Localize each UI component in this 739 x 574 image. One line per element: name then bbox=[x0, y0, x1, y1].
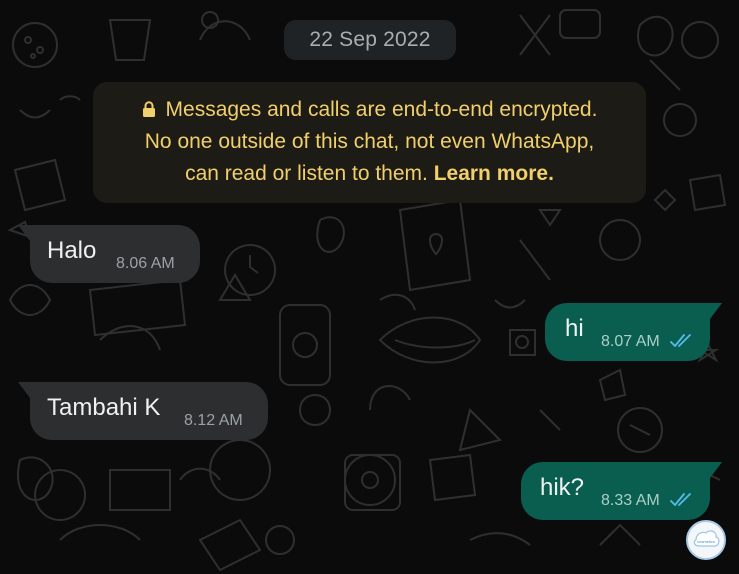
encryption-notice[interactable]: Messages and calls are end-to-end encryp… bbox=[93, 82, 646, 203]
message-text: hi bbox=[565, 315, 584, 342]
stamp-logo-icon: cosmetics bbox=[693, 530, 720, 547]
date-chip-label: 22 Sep 2022 bbox=[309, 28, 431, 51]
double-check-read-icon bbox=[670, 493, 691, 506]
lock-icon bbox=[142, 101, 155, 117]
message-time: 8.33 AM bbox=[601, 492, 660, 509]
watermark-stamp-logo: cosmetics bbox=[686, 520, 726, 560]
chat-area[interactable]: 22 Sep 2022 Messages and calls are end-t… bbox=[0, 0, 739, 574]
message-time: 8.06 AM bbox=[116, 255, 175, 272]
encryption-notice-text-3: can read or listen to them. bbox=[185, 162, 434, 185]
bubble-tail bbox=[18, 225, 30, 241]
svg-text:cosmetics: cosmetics bbox=[697, 539, 715, 544]
message-bubble-outgoing[interactable]: hik? 8.33 AM bbox=[521, 462, 722, 520]
encryption-notice-line-2: No one outside of this chat, not even Wh… bbox=[144, 130, 595, 153]
bubble-tail bbox=[710, 462, 722, 478]
message-time: 8.12 AM bbox=[184, 412, 243, 429]
encryption-notice-text-1: Messages and calls are end-to-end encryp… bbox=[165, 98, 598, 121]
learn-more-link[interactable]: Learn more. bbox=[434, 162, 554, 185]
message-text: Tambahi K bbox=[47, 394, 161, 421]
encryption-notice-line-1: Messages and calls are end-to-end encryp… bbox=[111, 94, 628, 126]
bubble-tail bbox=[18, 382, 30, 398]
message-text: Halo bbox=[47, 237, 97, 264]
date-chip: 22 Sep 2022 bbox=[284, 20, 456, 60]
encryption-notice-line-3: can read or listen to them. Learn more. bbox=[111, 158, 628, 190]
message-bubble-incoming[interactable]: Tambahi K 8.12 AM bbox=[18, 382, 268, 440]
double-check-read-icon bbox=[670, 334, 691, 347]
message-time: 8.07 AM bbox=[601, 333, 660, 350]
bubble-tail bbox=[710, 303, 722, 319]
message-bubble-incoming[interactable]: Halo 8.06 AM bbox=[18, 225, 200, 283]
message-text: hik? bbox=[540, 474, 585, 501]
message-bubble-outgoing[interactable]: hi 8.07 AM bbox=[545, 303, 722, 361]
